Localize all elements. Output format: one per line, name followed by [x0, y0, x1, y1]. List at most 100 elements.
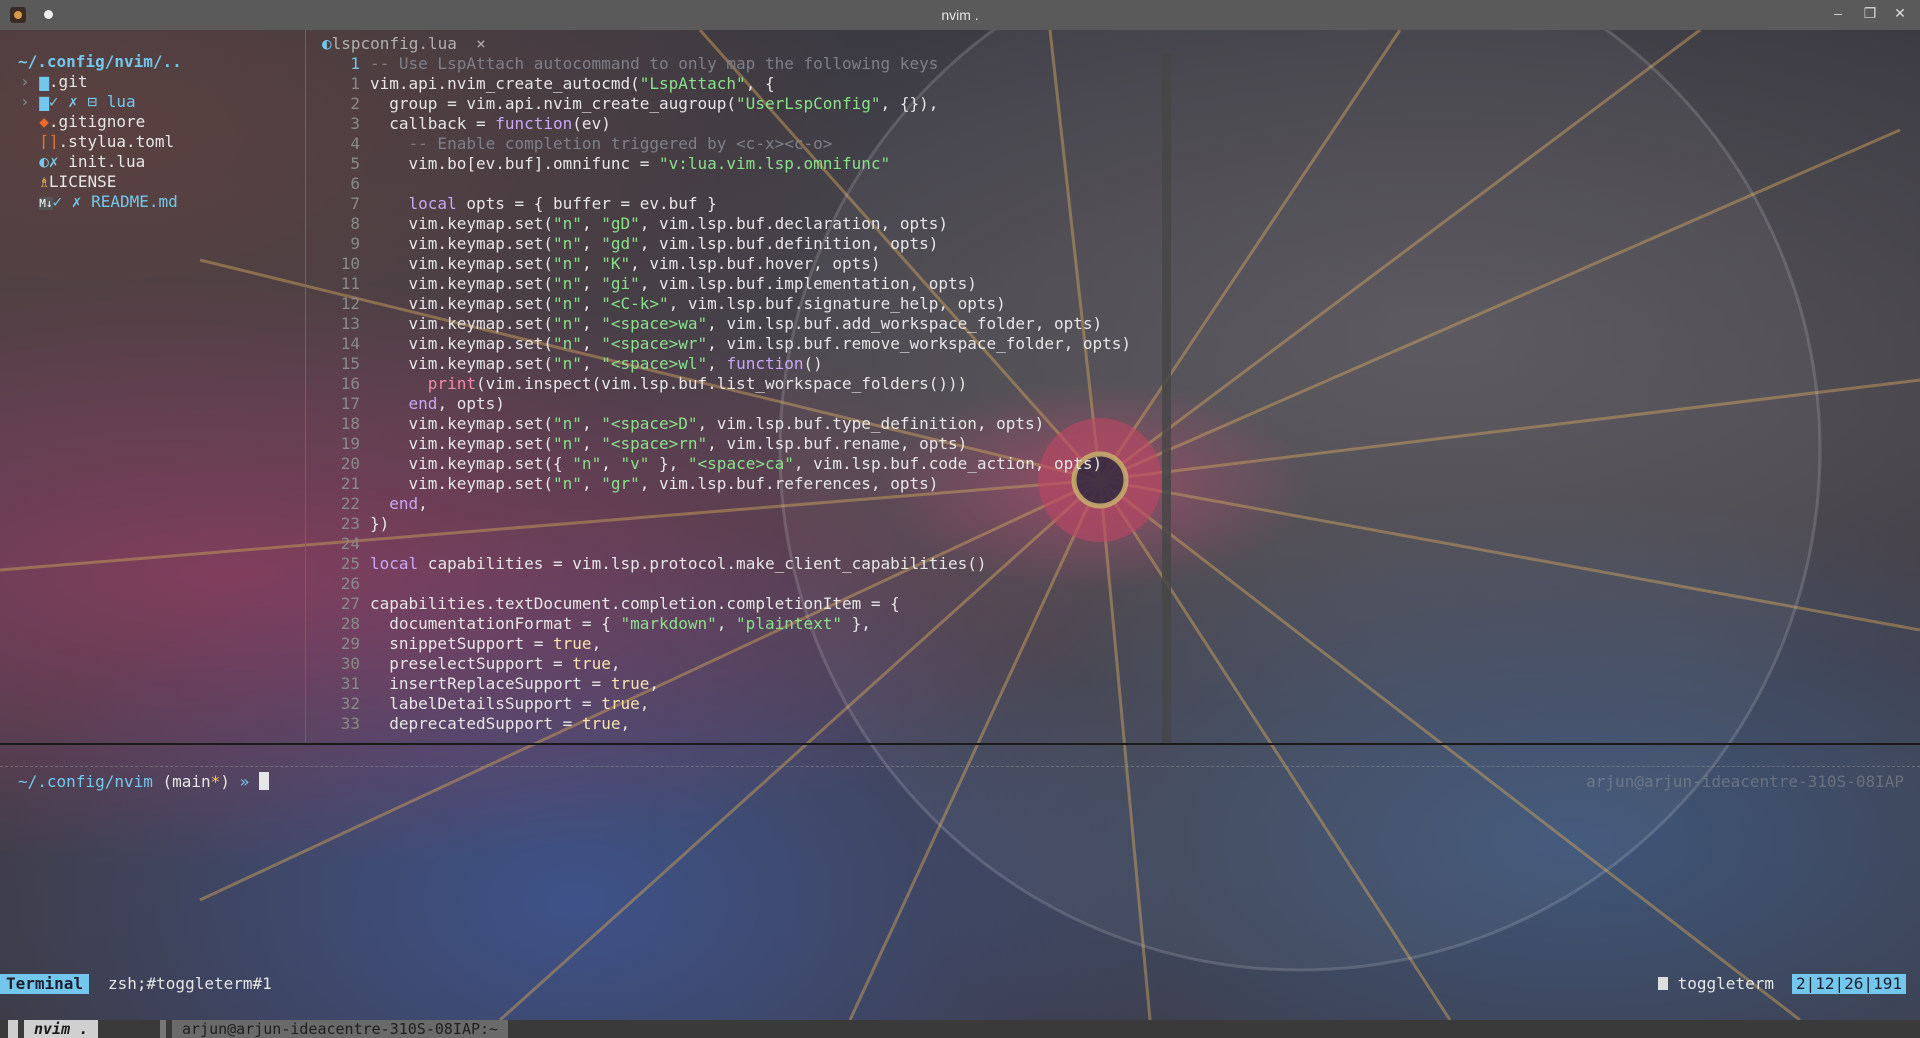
code-token: true: [610, 674, 650, 693]
code-token: "n": [553, 434, 582, 453]
line-number: 22: [340, 494, 360, 513]
code-token: ,: [581, 254, 602, 273]
tab-close-icon[interactable]: ×: [476, 34, 486, 53]
window-split-divider[interactable]: [0, 743, 1920, 745]
code-line[interactable]: vim.keymap.set("n", "<space>wr", vim.lsp…: [370, 334, 1131, 354]
code-line[interactable]: insertReplaceSupport = true,: [370, 674, 659, 694]
code-token: vim.keymap.set(: [370, 334, 554, 353]
tree-split-divider[interactable]: [305, 30, 306, 742]
code-token: vim.keymap.set(: [370, 234, 554, 253]
code-line[interactable]: end, opts): [370, 394, 505, 414]
lua-file-icon: ◐: [39, 152, 49, 171]
code-token: "n": [553, 214, 582, 233]
taskbar: nvim . arjun@arjun-ideacentre-310S-08IAP…: [0, 1020, 1920, 1038]
toml-icon: ⌈⌉: [39, 132, 59, 151]
file-tree-item[interactable]: ◆.gitignore: [20, 112, 145, 132]
file-tree-item[interactable]: M↓✓ ✗ README.md: [20, 192, 178, 214]
code-line[interactable]: capabilities.textDocument.completion.com…: [370, 594, 900, 614]
code-token: vim.keymap.set(: [370, 414, 554, 433]
file-icon: [1658, 977, 1668, 990]
code-token: , vim.lsp.buf.hover, opts): [630, 254, 881, 273]
code-line[interactable]: vim.bo[ev.buf].omnifunc = "v:lua.vim.lsp…: [370, 154, 891, 174]
file-tree-item-label: README.md: [91, 192, 178, 211]
code-token: "gr": [601, 474, 640, 493]
code-token: "n": [553, 234, 582, 253]
code-line[interactable]: preselectSupport = true,: [370, 654, 620, 674]
minimize-button[interactable]: –: [1828, 5, 1848, 21]
code-token: ,: [581, 414, 602, 433]
code-line[interactable]: vim.keymap.set("n", "<space>wa", vim.lsp…: [370, 314, 1103, 334]
code-token: , vim.lsp.buf.rename, opts): [707, 434, 968, 453]
line-number: 26: [340, 574, 360, 593]
code-token: vim.keymap.set(: [370, 294, 554, 313]
code-line[interactable]: vim.keymap.set("n", "gr", vim.lsp.buf.re…: [370, 474, 939, 494]
code-line[interactable]: -- Enable completion triggered by <c-x><…: [370, 134, 833, 154]
taskbar-shell-window[interactable]: arjun@arjun-ideacentre-310S-08IAP:~: [172, 1020, 509, 1038]
code-line[interactable]: labelDetailsSupport = true,: [370, 694, 649, 714]
scrollbar[interactable]: [1162, 54, 1171, 744]
code-line[interactable]: vim.api.nvim_create_autocmd("LspAttach",…: [370, 74, 775, 94]
file-tree-item[interactable]: ♗LICENSE: [20, 172, 116, 192]
file-tree-item-label: .gitignore: [48, 112, 146, 131]
code-line[interactable]: vim.keymap.set("n", "<space>wl", functio…: [370, 354, 823, 374]
code-token: , vim.lsp.buf.remove_workspace_folder, o…: [707, 334, 1132, 353]
code-token: capabilities.textDocument.completion.com…: [370, 594, 900, 613]
terminal-window[interactable]: ~/.config/nvim/.. › ▆.git › ▆✓ ✗ ⊟ lua ◆.…: [0, 30, 1920, 1020]
code-line[interactable]: vim.keymap.set({ "n", "v" }, "<space>ca"…: [370, 454, 1103, 474]
file-tree-item[interactable]: › ▆✓ ✗ ⊟ lua: [20, 92, 136, 112]
line-number: 14: [340, 334, 360, 353]
git-icon: ◆: [39, 112, 49, 131]
code-line[interactable]: end,: [370, 494, 428, 514]
line-number: 8: [350, 214, 360, 233]
line-number: 3: [350, 114, 360, 133]
taskbar-nvim-window[interactable]: nvim .: [24, 1020, 99, 1038]
code-line[interactable]: }): [370, 514, 389, 534]
code-token: documentationFormat = {: [370, 614, 621, 633]
code-line[interactable]: -- Use LspAttach autocommand to only map…: [370, 54, 938, 74]
code-line[interactable]: local capabilities = vim.lsp.protocol.ma…: [370, 554, 987, 574]
close-button[interactable]: ✕: [1890, 5, 1910, 22]
terminal-cursor: [258, 772, 269, 790]
file-tree-item[interactable]: ⌈⌉.stylua.toml: [20, 132, 174, 152]
wallpaper-image: [0, 30, 1920, 1020]
code-token: vim.keymap.set(: [370, 474, 554, 493]
code-line[interactable]: documentationFormat = { "markdown", "pla…: [370, 614, 871, 634]
code-line[interactable]: deprecatedSupport = true,: [370, 714, 630, 734]
code-token: ,: [581, 314, 602, 333]
line-number: 29: [340, 634, 360, 653]
line-number: 4: [350, 134, 360, 153]
shell-prompt[interactable]: ~/.config/nvim (main*) »: [18, 772, 269, 792]
code-line[interactable]: vim.keymap.set("n", "gi", vim.lsp.buf.im…: [370, 274, 977, 294]
code-line[interactable]: snippetSupport = true,: [370, 634, 601, 654]
prompt-path: ~/.config/nvim: [18, 772, 153, 791]
file-tree-item[interactable]: ◐✗ init.lua: [20, 152, 145, 172]
code-line[interactable]: print(vim.inspect(vim.lsp.buf.list_works…: [370, 374, 967, 394]
code-token: capabilities = vim.lsp.protocol.make_cli…: [418, 554, 987, 573]
tab-lspconfig[interactable]: ◐lspconfig.lua ×: [322, 34, 486, 54]
code-token: ,: [581, 334, 602, 353]
line-number: 27: [340, 594, 360, 613]
code-token: deprecatedSupport =: [370, 714, 582, 733]
line-number: 20: [340, 454, 360, 473]
code-line[interactable]: group = vim.api.nvim_create_augroup("Use…: [370, 94, 938, 114]
line-number: 13: [340, 314, 360, 333]
code-line[interactable]: vim.keymap.set("n", "K", vim.lsp.buf.hov…: [370, 254, 881, 274]
line-number: 1: [350, 74, 360, 93]
code-token: vim.keymap.set(: [370, 254, 554, 273]
code-token: ,: [610, 654, 621, 673]
code-line[interactable]: vim.keymap.set("n", "<space>D", vim.lsp.…: [370, 414, 1045, 434]
file-tree-item[interactable]: › ▆.git: [20, 72, 87, 92]
code-token: ,: [581, 214, 602, 233]
file-tree-item-label: .stylua.toml: [58, 132, 175, 151]
code-line[interactable]: vim.keymap.set("n", "<space>rn", vim.lsp…: [370, 434, 968, 454]
code-line[interactable]: callback = function(ev): [370, 114, 611, 134]
code-line[interactable]: local opts = { buffer = ev.buf }: [370, 194, 717, 214]
code-token: vim.keymap.set(: [370, 274, 554, 293]
code-line[interactable]: vim.keymap.set("n", "<C-k>", vim.lsp.buf…: [370, 294, 1006, 314]
code-line[interactable]: vim.keymap.set("n", "gD", vim.lsp.buf.de…: [370, 214, 948, 234]
code-token: ,: [581, 294, 602, 313]
maximize-button[interactable]: ❐: [1860, 5, 1880, 22]
code-line[interactable]: vim.keymap.set("n", "gd", vim.lsp.buf.de…: [370, 234, 939, 254]
